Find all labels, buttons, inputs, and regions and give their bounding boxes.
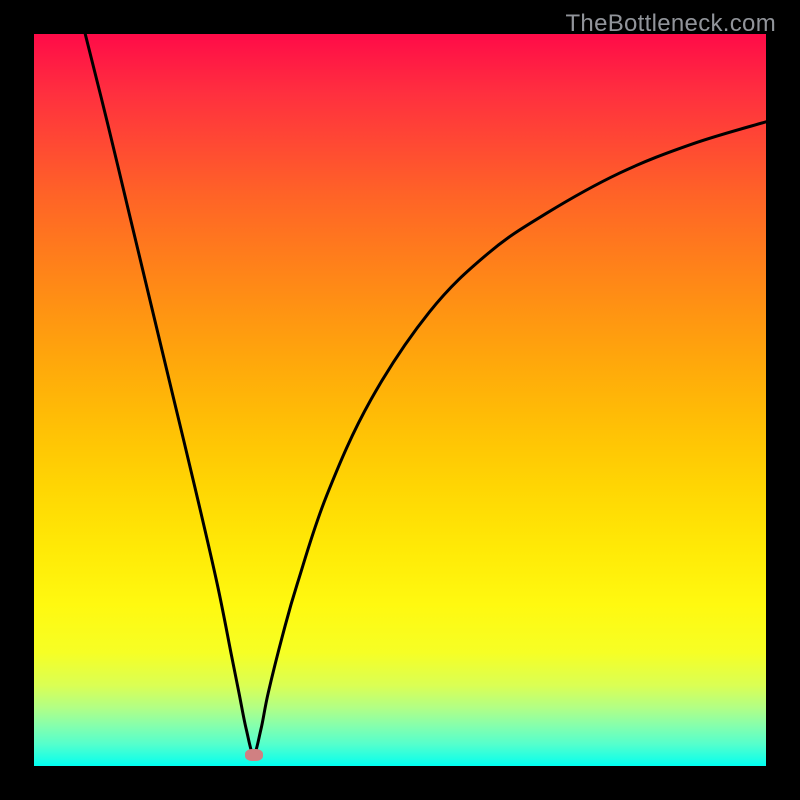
- plot-area: [34, 34, 766, 766]
- bottleneck-curve: [34, 34, 766, 766]
- minimum-marker: [245, 749, 263, 761]
- watermark-text: TheBottleneck.com: [565, 10, 776, 38]
